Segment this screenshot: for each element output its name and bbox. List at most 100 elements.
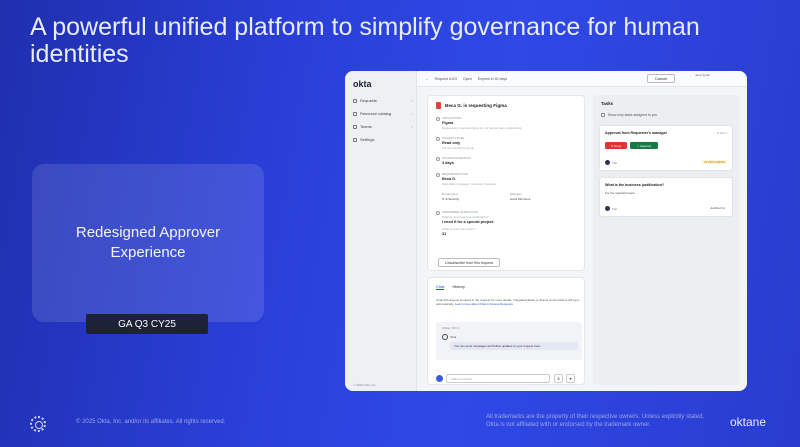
cancel-button[interactable]: Cancel <box>647 74 675 83</box>
status-badge: Justified by <box>709 206 725 210</box>
request-id: Request #123 <box>434 76 457 81</box>
task-title: What is the business justification? <box>605 183 665 187</box>
message-author: Okta <box>450 335 457 339</box>
approve-button[interactable]: ✓ Approve <box>630 142 658 149</box>
sidebar-item-teams[interactable]: Teams › <box>353 124 413 129</box>
answer-text: I need it for a special project. <box>442 220 495 224</box>
assignee-name: You <box>612 206 618 211</box>
learn-more-link[interactable]: Learn more about Chat in Access Requests <box>455 302 513 306</box>
headline: A powerful unified platform to simplify … <box>30 13 700 68</box>
unsubscribe-button[interactable]: Unsubscribe from this request <box>438 258 500 267</box>
avatar <box>605 160 610 165</box>
app-window: okta Requests › Resource catalog › Teams › … <box>345 71 747 391</box>
assignee-name: You <box>612 160 618 165</box>
chat-card: Chat History Chat with anyone involved i… <box>427 277 585 385</box>
feature-title: Redesigned Approver Experience <box>75 224 221 261</box>
field-label: Department <box>442 192 458 196</box>
tab-history[interactable]: History <box>452 284 464 290</box>
attach-icon[interactable]: $ <box>554 374 563 383</box>
task-title: Approval from Requester's manager <box>605 131 667 135</box>
field-label: ANSWERED QUESTIONS <box>442 210 478 214</box>
field-value: Figma <box>442 121 454 125</box>
trademark-notice: All trademarks are the property of their… <box>486 414 705 428</box>
field-manager: Manager Anna Simmons <box>510 192 570 201</box>
sidebar-item-requests[interactable]: Requests › <box>353 98 413 103</box>
only-mine-toggle[interactable]: Show only tasks assigned to you <box>601 113 657 117</box>
status-badge: Open <box>462 76 472 81</box>
send-icon[interactable]: ➤ <box>566 374 575 383</box>
okta-sunburst-icon <box>30 416 46 432</box>
gear-icon <box>353 137 357 142</box>
field-sub: Requesting to access figma for our desig… <box>442 126 522 130</box>
task-assignee: You <box>605 160 617 165</box>
task-item-justification: What is the business justification? For … <box>599 177 733 217</box>
tasks-title: Tasks <box>601 101 614 106</box>
field-value: Beca G. <box>442 177 457 181</box>
field-value: 3 days <box>442 161 454 165</box>
question-icon <box>436 211 440 215</box>
chevron-right-icon: › <box>411 124 413 129</box>
field-value: IT & Security <box>442 197 460 201</box>
feature-card: Redesigned Approver Experience <box>32 164 264 322</box>
field-access-level: ACCESS LEVEL Read only For the contracto… <box>436 136 587 150</box>
teams-icon <box>353 124 357 129</box>
field-sub: For the contractor group <box>442 146 475 150</box>
field-label: ACCESS LEVEL <box>442 136 465 140</box>
field-label: REQUESTED FOR <box>442 172 468 176</box>
avatar <box>436 375 443 382</box>
only-mine-label: Show only tasks assigned to you <box>608 113 658 117</box>
chevron-right-icon: › <box>411 98 413 103</box>
task-assignee: You <box>605 206 617 211</box>
user-icon <box>436 173 440 177</box>
field-duration: ACCESS DURATION 3 days <box>436 156 587 165</box>
sidebar-item-resource-catalog[interactable]: Resource catalog › <box>353 111 413 116</box>
task-item-approval: Approval from Requester's manager 6 Oct … <box>599 125 733 171</box>
requests-icon <box>353 98 357 103</box>
field-label: APPLICATION <box>442 116 462 120</box>
sidebar-item-label: Settings <box>360 137 375 142</box>
expires-text: Expires in 30 days <box>477 76 508 81</box>
sidebar-item-label: Requests <box>360 98 377 103</box>
avatar <box>605 206 610 211</box>
sidebar-footer: © 2025 Okta, Inc. <box>353 383 377 387</box>
deny-button[interactable]: ✕ Deny <box>605 142 627 149</box>
comment-input[interactable]: Add a comment <box>446 374 550 383</box>
access-level-icon <box>436 137 440 141</box>
checkbox-icon[interactable] <box>601 113 605 117</box>
sidebar-item-label: Resource catalog <box>360 111 392 116</box>
answer-text: 31 <box>442 232 447 236</box>
ga-badge: GA Q3 CY25 <box>86 314 208 334</box>
status-badge: IN PROGRESS <box>702 160 727 164</box>
sidebar-item-label: Teams <box>360 124 372 129</box>
chat-description: Chat with anyone involved in the request… <box>436 298 582 306</box>
tab-chat[interactable]: Chat <box>436 284 445 290</box>
request-title-text: Beca G. is requesting Figma <box>445 103 507 108</box>
field-label: Manager <box>510 192 522 196</box>
application-icon <box>436 117 440 121</box>
chat-tabs: Chat History <box>436 284 465 290</box>
user-menu[interactable]: Jane Smith <box>695 73 743 77</box>
field-value: Anna Simmons <box>510 197 531 201</box>
request-title: Beca G. is requesting Figma <box>436 102 507 109</box>
field-value: Read only <box>442 141 461 145</box>
message-date: Friday, Oct 3 <box>442 326 459 330</box>
field-label: ACCESS DURATION <box>442 156 471 160</box>
catalog-icon <box>353 111 357 116</box>
field-questions: ANSWERED QUESTIONS What is your business… <box>436 210 587 236</box>
sidebar-item-settings[interactable]: Settings <box>353 137 413 142</box>
clock-icon <box>436 157 440 161</box>
back-arrow-icon[interactable]: ← <box>425 77 429 81</box>
field-application: APPLICATION Figma Requesting to access f… <box>436 116 587 130</box>
chevron-right-icon: › <box>411 111 413 116</box>
tasks-panel: Tasks Show only tasks assigned to you Ap… <box>593 95 739 385</box>
field-requested-for: REQUESTED FOR Beca G. Web Editor manager… <box>436 172 587 186</box>
message-bubble: You can send messages and follow updates… <box>450 342 578 350</box>
okta-logo: okta <box>353 79 372 89</box>
task-due: 6 Oct 7 <box>717 131 727 135</box>
field-sub: Web Editor manager, Customer Success <box>442 182 497 186</box>
request-detail-card: Beca G. is requesting Figma APPLICATION … <box>427 95 585 271</box>
okta-avatar <box>442 334 448 340</box>
task-answer: For the special project. <box>605 191 636 195</box>
field-department: Department IT & Security <box>442 192 502 201</box>
question-text: What is your business justification? <box>442 215 489 219</box>
